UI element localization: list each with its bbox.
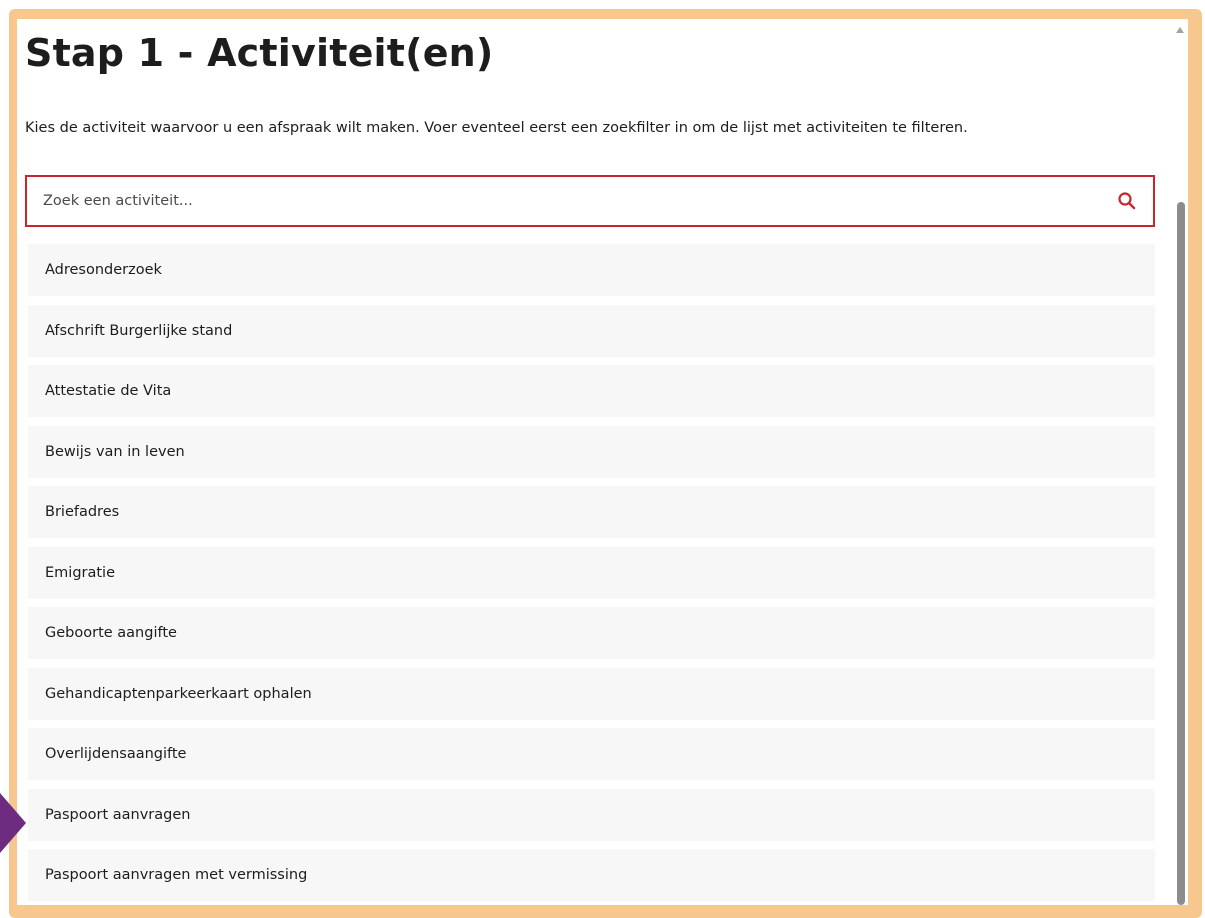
pointer-marker-icon (0, 793, 26, 853)
search-input[interactable] (43, 177, 1103, 225)
activity-item-attestatie-de-vita[interactable]: Attestatie de Vita (28, 365, 1155, 417)
activity-item-overlijdensaangifte[interactable]: Overlijdensaangifte (28, 728, 1155, 780)
activity-item-bewijs-van-in-leven[interactable]: Bewijs van in leven (28, 425, 1155, 478)
intro-text: Kies de activiteit waarvoor u een afspra… (25, 120, 968, 136)
search-icon[interactable] (1117, 191, 1137, 211)
activity-item-emigratie[interactable]: Emigratie (28, 546, 1155, 599)
vertical-scrollbar[interactable] (1173, 19, 1188, 905)
activity-item-paspoort-aanvragen[interactable]: Paspoort aanvragen (28, 788, 1155, 841)
activity-item-briefadres[interactable]: Briefadres (28, 486, 1155, 538)
activity-item-geboorte-aangifte[interactable]: Geboorte aangifte (28, 607, 1155, 659)
main-content: Stap 1 - Activiteit(en) Kies de activite… (17, 19, 1173, 905)
activity-item-afschrift-burgerlijke-stand[interactable]: Afschrift Burgerlijke stand (28, 304, 1155, 357)
scrollbar-thumb[interactable] (1177, 202, 1185, 905)
page-title: Stap 1 - Activiteit(en) (25, 31, 494, 75)
scroll-up-arrow-icon[interactable] (1176, 27, 1184, 33)
activity-item-gehandicaptenparkeerkaart-ophalen[interactable]: Gehandicaptenparkeerkaart ophalen (28, 667, 1155, 720)
search-box[interactable] (25, 175, 1155, 227)
app-frame: Stap 1 - Activiteit(en) Kies de activite… (0, 0, 1205, 918)
activity-item-adresonderzoek[interactable]: Adresonderzoek (28, 244, 1155, 296)
activity-list: Adresonderzoek Afschrift Burgerlijke sta… (28, 244, 1155, 905)
activity-item-paspoort-aanvragen-met-vermissing[interactable]: Paspoort aanvragen met vermissing (28, 849, 1155, 901)
